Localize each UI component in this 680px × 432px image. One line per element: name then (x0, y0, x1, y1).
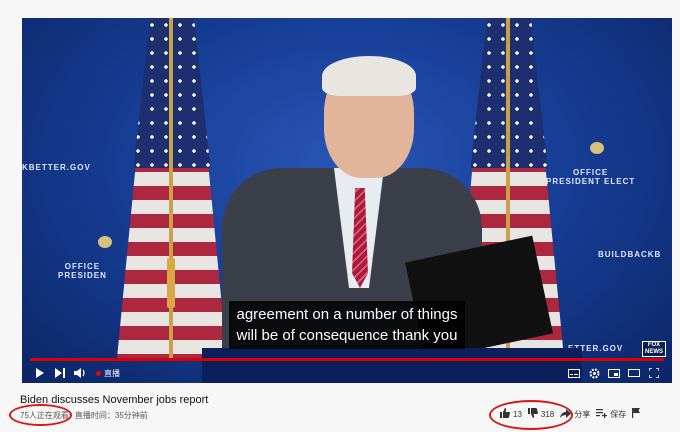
settings-icon[interactable] (584, 365, 604, 381)
caption-line-2: will be of consequence thank you (236, 327, 458, 344)
progress-bar[interactable] (30, 358, 664, 361)
video-player[interactable]: KBETTER.GOV OFFICE PRESIDEN OFFICE PRESI… (22, 18, 672, 383)
backdrop-seal-left (98, 236, 112, 248)
speaker-hair (322, 56, 416, 96)
theater-icon[interactable] (624, 365, 644, 381)
subtitles-icon[interactable] (564, 365, 584, 381)
caption-box: agreement on a number of things will be o… (22, 301, 672, 349)
network-logo: FOX NEWS (642, 341, 666, 357)
fullscreen-icon[interactable] (644, 365, 664, 381)
viewer-count-annotation (9, 404, 72, 426)
next-icon[interactable] (50, 365, 70, 381)
live-label: 直播 (104, 368, 120, 378)
save-label: 保存 (610, 410, 627, 419)
live-dot-icon (96, 370, 101, 376)
player-controls: 直播 (22, 363, 672, 383)
page: KBETTER.GOV OFFICE PRESIDEN OFFICE PRESI… (0, 0, 680, 432)
stream-start-time: 直播时间：35分钟前 (74, 411, 148, 420)
backdrop-text-left-lower: OFFICE PRESIDEN (58, 262, 107, 280)
live-indicator[interactable]: 直播 (96, 368, 120, 379)
likes-annotation (489, 400, 573, 430)
backdrop-text-right-lower: BUILDBACKB (598, 250, 662, 259)
share-label: 分享 (574, 410, 591, 419)
backdrop-text-left: KBETTER.GOV (22, 163, 91, 172)
backdrop-seal-right (590, 142, 604, 154)
add-to-playlist-icon (596, 408, 608, 421)
report-flag-button[interactable] (632, 408, 641, 421)
volume-icon[interactable] (70, 365, 90, 381)
caption-line-1: agreement on a number of things (236, 306, 458, 323)
miniplayer-icon[interactable] (604, 365, 624, 381)
flag-icon (632, 408, 641, 421)
save-button[interactable]: 保存 (596, 408, 627, 421)
play-icon[interactable] (30, 365, 50, 381)
